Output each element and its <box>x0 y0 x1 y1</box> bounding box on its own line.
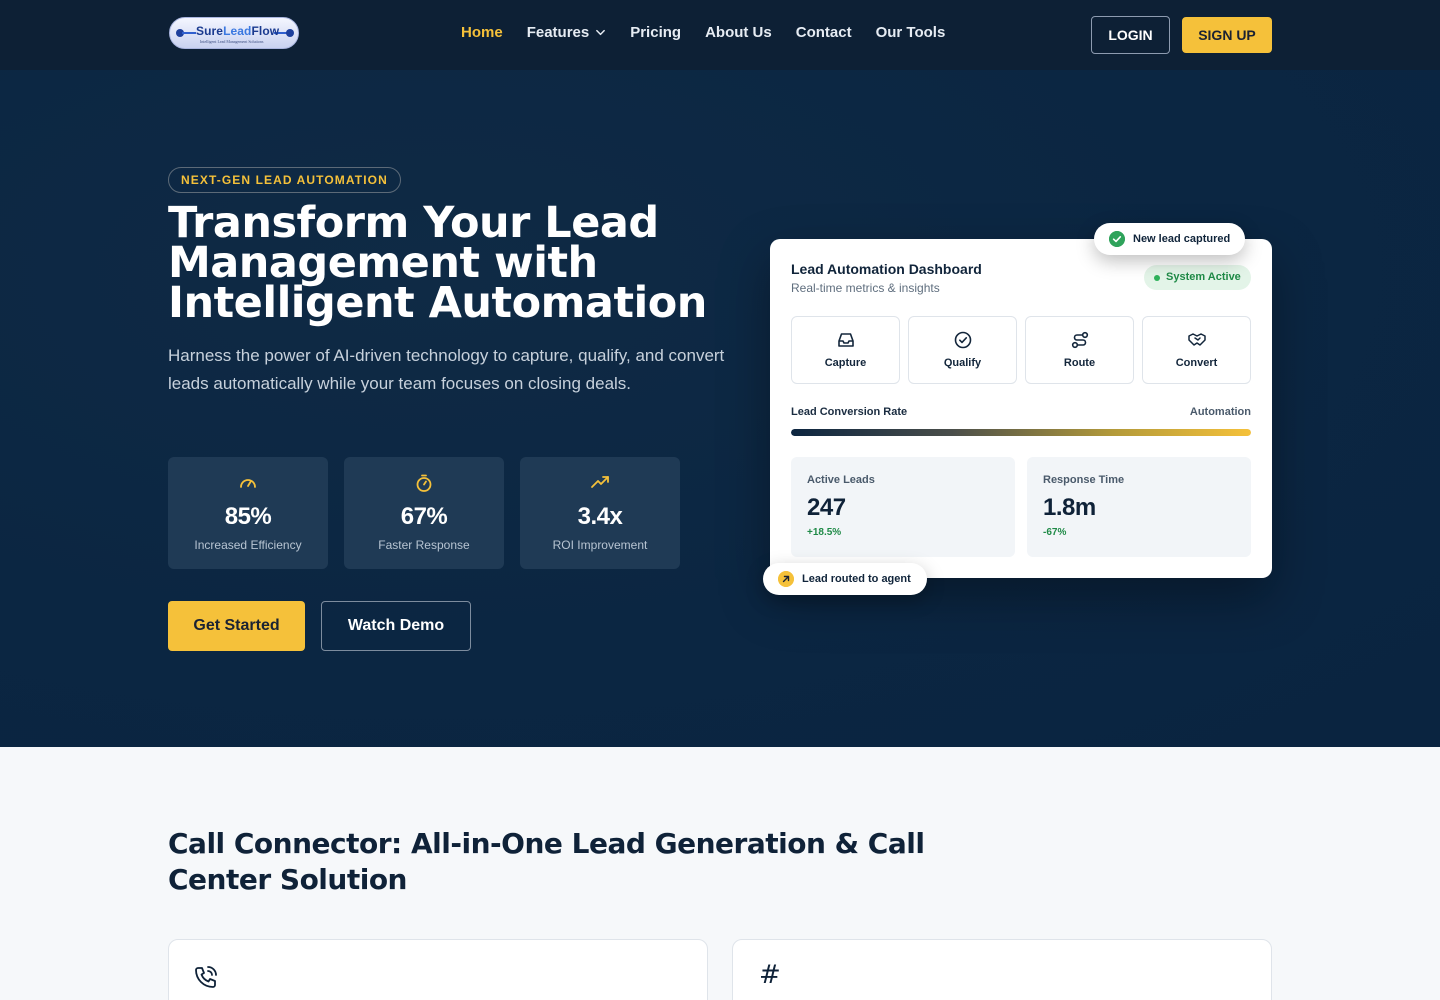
step-label: Convert <box>1175 357 1218 369</box>
dashboard-subtitle: Real-time metrics & insights <box>791 281 940 295</box>
section-title: Call Connector: All-in-One Lead Generati… <box>168 827 925 896</box>
logo-dot-right <box>286 29 294 37</box>
step-label: Capture <box>824 357 867 369</box>
nav-pricing[interactable]: Pricing <box>630 24 681 41</box>
stat-label: ROI Improvement <box>552 538 648 552</box>
nav-contact[interactable]: Contact <box>796 24 852 41</box>
login-button[interactable]: LOGIN <box>1091 16 1170 54</box>
metric-label: Active Leads <box>807 474 875 486</box>
step-capture[interactable]: Capture <box>791 316 900 384</box>
metric-value: 247 <box>807 494 846 521</box>
hero-section: NEXT-GEN LEAD AUTOMATION Transform Your … <box>0 70 1440 747</box>
step-qualify[interactable]: Qualify <box>908 316 1017 384</box>
metric-label: Response Time <box>1043 474 1125 486</box>
step-label: Route <box>1063 357 1096 369</box>
hero-subtitle: Harness the power of AI-driven technolog… <box>168 346 725 393</box>
chevron-down-icon <box>596 29 606 36</box>
signup-button[interactable]: SIGN UP <box>1182 17 1272 53</box>
logo-line-left <box>182 32 196 34</box>
metric-change: -67% <box>1043 527 1067 538</box>
metric-response-time: Response Time 1.8m -67% <box>1027 457 1251 557</box>
metric-change: +18.5% <box>807 527 842 538</box>
arrow-up-right-icon <box>778 571 794 587</box>
stat-value: 3.4x <box>577 503 623 530</box>
dashboard-card: Lead Automation Dashboard Real-time metr… <box>770 239 1272 578</box>
stat-label: Faster Response <box>378 538 470 552</box>
feature-card-calls[interactable] <box>168 939 708 1000</box>
phone-call-icon <box>195 966 217 988</box>
step-label: Qualify <box>943 357 982 369</box>
automation-label: Automation <box>1189 406 1251 418</box>
stopwatch-icon <box>416 474 432 492</box>
conversion-progress-bar <box>791 429 1251 436</box>
metric-active-leads: Active Leads 247 +18.5% <box>791 457 1015 557</box>
badge-check-icon <box>954 331 972 349</box>
stat-card-roi: 3.4x ROI Improvement <box>520 457 680 569</box>
hero-title: Transform Your Lead Management with Inte… <box>168 198 707 328</box>
nav-features-label: Features <box>526 24 590 41</box>
logo-tagline: Intelligent Lead Management Solutions <box>200 39 264 44</box>
conversion-rate-label: Lead Conversion Rate <box>791 406 908 418</box>
feature-card-numbers[interactable]: # <box>732 939 1272 1000</box>
get-started-button[interactable]: Get Started <box>168 601 305 651</box>
nav-about[interactable]: About Us <box>705 24 772 41</box>
hash-icon: # <box>759 960 781 990</box>
check-circle-icon <box>1109 231 1125 247</box>
status-badge: System Active <box>1144 265 1251 290</box>
inbox-icon <box>838 333 854 347</box>
toast-lead-routed: Lead routed to agent <box>763 563 927 595</box>
conversion-progress-fill <box>791 429 1251 436</box>
stat-value: 85% <box>224 503 272 530</box>
nav-features[interactable]: Features <box>527 24 607 41</box>
stat-card-efficiency: 85% Increased Efficiency <box>168 457 328 569</box>
toast-new-lead: New lead captured <box>1094 223 1246 255</box>
stat-value: 67% <box>400 503 448 530</box>
brand-logo[interactable]: SureLeadFlow Intelligent Lead Management… <box>169 17 299 49</box>
toast-text: New lead captured <box>1133 233 1231 245</box>
stat-card-response: 67% Faster Response <box>344 457 504 569</box>
gauge-icon <box>240 479 256 488</box>
main-nav: Home Features Pricing About Us Contact O… <box>461 24 969 41</box>
top-nav: SureLeadFlow Intelligent Lead Management… <box>0 0 1440 70</box>
route-icon <box>1071 331 1089 349</box>
trending-up-icon <box>591 476 609 488</box>
step-route[interactable]: Route <box>1025 316 1134 384</box>
dashboard-title: Lead Automation Dashboard <box>791 261 982 277</box>
hero-badge: NEXT-GEN LEAD AUTOMATION <box>168 167 401 193</box>
metric-value: 1.8m <box>1043 494 1096 521</box>
nav-home[interactable]: Home <box>461 24 503 41</box>
nav-our-tools[interactable]: Our Tools <box>876 24 946 41</box>
logo-wordmark: SureLeadFlow <box>196 24 280 38</box>
stat-label: Increased Efficiency <box>194 538 302 552</box>
watch-demo-button[interactable]: Watch Demo <box>321 601 471 651</box>
toast-text: Lead routed to agent <box>802 573 911 585</box>
handshake-icon <box>1188 333 1206 346</box>
step-convert[interactable]: Convert <box>1142 316 1251 384</box>
